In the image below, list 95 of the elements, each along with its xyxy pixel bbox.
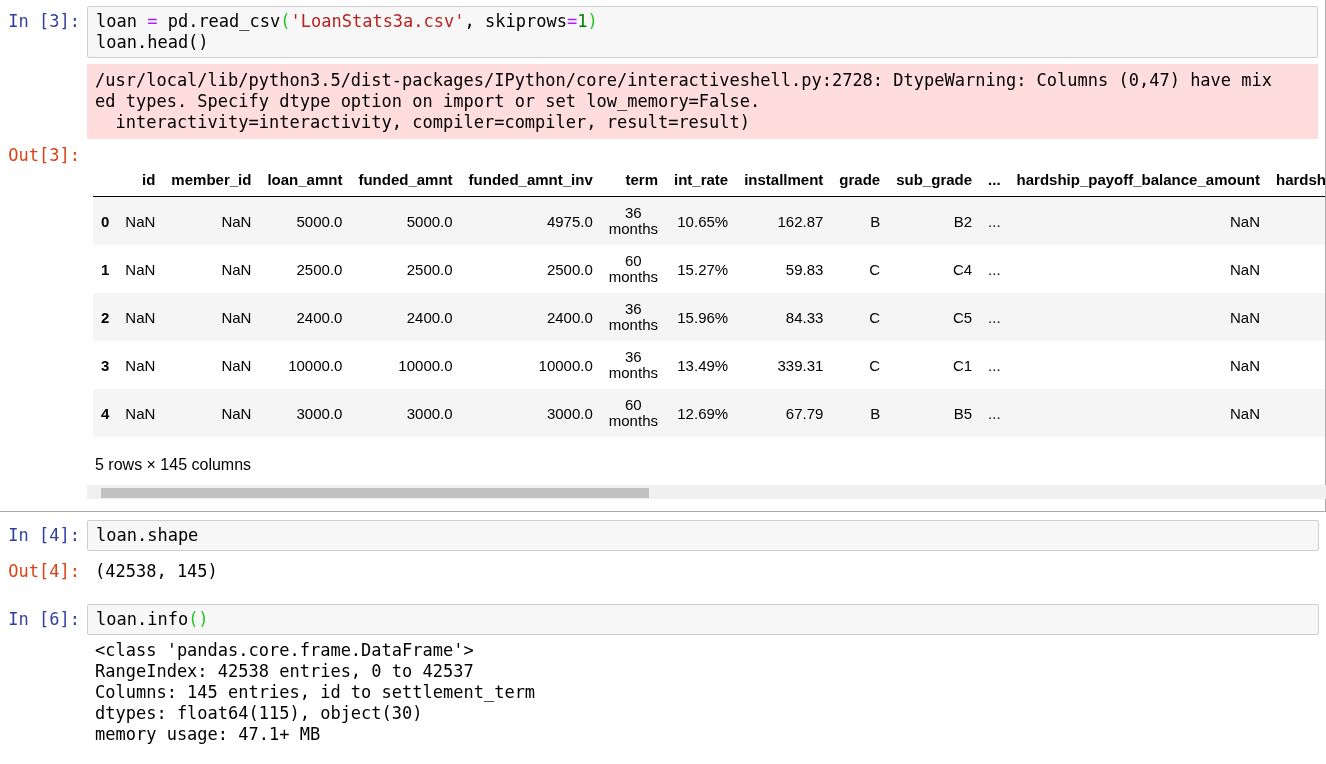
- column-header: hardsh: [1268, 163, 1325, 197]
- table-cell: NaN: [1008, 341, 1268, 389]
- table-cell: 15.27%: [665, 245, 737, 293]
- table-cell: C1: [888, 341, 981, 389]
- column-header: installment: [736, 163, 832, 197]
- column-header: id: [117, 163, 164, 197]
- table-cell: NaN: [117, 293, 164, 341]
- table-cell: 10000.0: [259, 341, 351, 389]
- table-cell: ...: [980, 245, 1009, 293]
- warning-output: /usr/local/lib/python3.5/dist-packages/IPython/core/interactiveshell.py:2728: DtypeWarning: Columns (0,47) have mix ed types. Specify dtype option on import or set low_memory=False. interactivity=interactivity, compiler=compiler, result=result): [87, 64, 1318, 139]
- table-cell: C: [831, 293, 889, 341]
- table-cell: 3000.0: [350, 389, 461, 437]
- column-header: sub_grade: [888, 163, 981, 197]
- table-cell: 4975.0: [460, 196, 601, 245]
- output-text: <class 'pandas.core.frame.DataFrame'> RangeIndex: 42538 entries, 0 to 42537 Columns: 145 entries, id to settlement_term dtypes: float64(115), object(30) memory usage: 47.1+ MB: [94, 639, 537, 745]
- column-header: ...: [980, 163, 1009, 197]
- table-cell: B5: [888, 389, 981, 437]
- table-cell: B: [831, 196, 889, 245]
- table-cell: NaN: [163, 196, 260, 245]
- table-cell: 10000.0: [460, 341, 601, 389]
- column-header: int_rate: [665, 163, 737, 197]
- table-cell: NaN: [163, 389, 260, 437]
- output-prompt: Out[4]:: [7, 561, 81, 582]
- table-cell: 12.69%: [665, 389, 737, 437]
- column-header: member_id: [163, 163, 260, 197]
- table-cell: NaN: [117, 389, 164, 437]
- table-cell: 3000.0: [460, 389, 601, 437]
- row-index: 4: [93, 389, 118, 437]
- table-cell: 15.96%: [665, 293, 737, 341]
- column-header: loan_amnt: [259, 163, 351, 197]
- table-cell: C: [831, 245, 889, 293]
- column-header: hardship_payoff_balance_amount: [1008, 163, 1268, 197]
- table-cell: NaN: [1008, 196, 1268, 245]
- code-line: loan = pd.read_csv('LoanStats3a.csv', skiprows=1): [96, 11, 599, 32]
- table-cell: C5: [888, 293, 981, 341]
- table-cell: C4: [888, 245, 981, 293]
- table-cell: 2400.0: [259, 293, 351, 341]
- table-cell: 84.33: [736, 293, 832, 341]
- table-cell: B: [831, 389, 889, 437]
- code-line: loan.head(): [96, 32, 210, 53]
- row-index: 1: [93, 245, 118, 293]
- horizontal-scrollbar[interactable]: [87, 485, 1326, 499]
- output-text: (42538, 145): [94, 561, 219, 582]
- table-cell: ...: [980, 196, 1009, 245]
- table-cell: 36 months: [600, 293, 666, 341]
- table-cell: ...: [980, 293, 1009, 341]
- table-cell: 67.79: [736, 389, 832, 437]
- table-cell: 339.31: [736, 341, 832, 389]
- table-cell: NaN: [1008, 245, 1268, 293]
- table-cell: 2400.0: [460, 293, 601, 341]
- table-cell: 10.65%: [665, 196, 737, 245]
- code-line: loan.shape: [96, 525, 200, 546]
- table-cell: 10000.0: [350, 341, 461, 389]
- table-cell: 162.87: [736, 196, 832, 245]
- code-line: loan.info(): [96, 609, 210, 630]
- table-cell: NaN: [163, 341, 260, 389]
- table-cell: C: [831, 341, 889, 389]
- table-cell: ...: [980, 389, 1009, 437]
- table-cell: B2: [888, 196, 981, 245]
- table-cell: 36 months: [600, 341, 666, 389]
- table-cell: 36 months: [600, 196, 666, 245]
- table-cell: NaN: [117, 196, 164, 245]
- table-cell: ...: [980, 341, 1009, 389]
- table-cell: NaN: [117, 245, 164, 293]
- table-cell: 2400.0: [350, 293, 461, 341]
- row-index: 2: [93, 293, 118, 341]
- table-cell: NaN: [1008, 389, 1268, 437]
- table-cell: 3000.0: [259, 389, 351, 437]
- table-cell: NaN: [163, 245, 260, 293]
- code-input[interactable]: loan.info(): [87, 604, 1319, 635]
- input-prompt: In [6]:: [7, 608, 81, 630]
- table-cell: NaN: [117, 341, 164, 389]
- table-cell: NaN: [1008, 293, 1268, 341]
- row-index: 3: [93, 341, 118, 389]
- code-input[interactable]: loan = pd.read_csv('LoanStats3a.csv', skiprows=1) loan.head(): [87, 6, 1318, 58]
- table-cell: 13.49%: [665, 341, 737, 389]
- row-index: 0: [93, 196, 118, 245]
- table-cell: NaN: [163, 293, 260, 341]
- output-prompt: Out[3]:: [7, 145, 81, 166]
- table-cell: 5000.0: [259, 196, 351, 245]
- table-summary: 5 rows × 145 columns: [94, 455, 253, 475]
- table-cell: 59.83: [736, 245, 832, 293]
- table-cell: 2500.0: [460, 245, 601, 293]
- table-cell: 2500.0: [350, 245, 461, 293]
- column-header: funded_amnt: [350, 163, 461, 197]
- code-input[interactable]: loan.shape: [87, 520, 1319, 551]
- table-cell: 5000.0: [350, 196, 461, 245]
- table-cell: 60 months: [600, 389, 666, 437]
- input-prompt: In [3]:: [7, 10, 81, 32]
- input-prompt: In [4]:: [7, 524, 81, 546]
- table-cell: 2500.0: [259, 245, 351, 293]
- column-header: funded_amnt_inv: [460, 163, 601, 197]
- table-cell: 60 months: [600, 245, 666, 293]
- column-header: grade: [831, 163, 889, 197]
- column-header: term: [600, 163, 666, 197]
